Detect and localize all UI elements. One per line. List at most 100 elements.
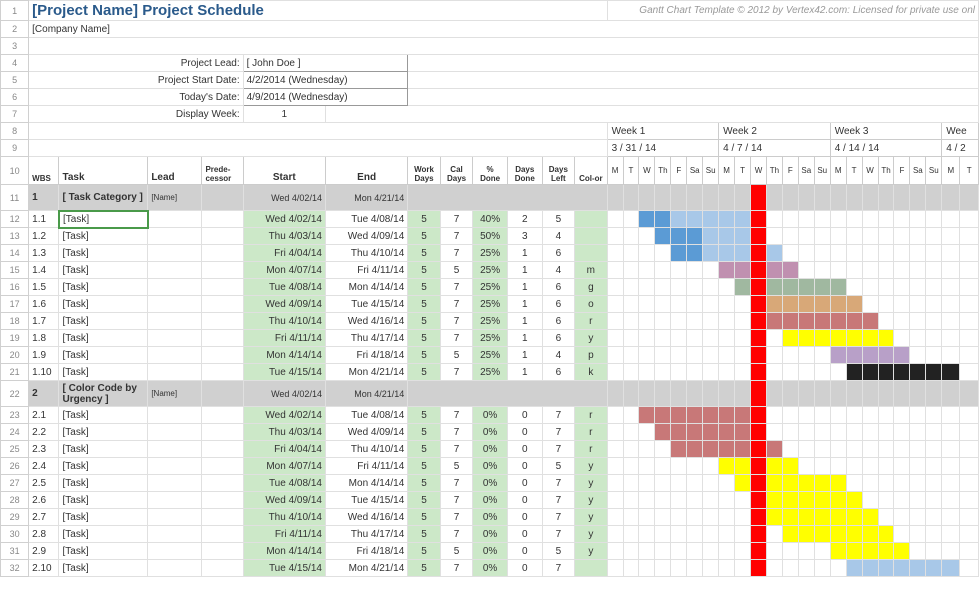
cell[interactable]: 3 <box>507 228 542 245</box>
spreadsheet[interactable]: 1 [Project Name] Project Schedule Gantt … <box>0 0 979 577</box>
cell[interactable]: 5 <box>408 313 441 330</box>
cell[interactable] <box>575 211 608 228</box>
cell[interactable]: Mon 4/14/14 <box>325 475 407 492</box>
cell[interactable] <box>148 279 202 296</box>
col-color[interactable]: Col-or <box>575 157 608 185</box>
cell[interactable] <box>202 313 243 330</box>
row-number[interactable]: 25 <box>1 441 29 458</box>
cell[interactable]: Mon 4/14/14 <box>243 543 325 560</box>
table-row[interactable]: 252.3[Task]Fri 4/04/14Thu 4/10/14570%07r <box>1 441 979 458</box>
cell[interactable]: o <box>575 296 608 313</box>
cat-end[interactable]: Mon 4/21/14 <box>325 185 407 211</box>
cell[interactable]: 6 <box>542 313 575 330</box>
cell[interactable]: 6 <box>542 245 575 262</box>
cell[interactable]: 5 <box>408 526 441 543</box>
cell[interactable]: 5 <box>542 211 575 228</box>
cell[interactable]: 7 <box>542 424 575 441</box>
cell[interactable]: 0% <box>473 407 508 424</box>
cell[interactable]: r <box>575 441 608 458</box>
cell[interactable]: 5 <box>408 441 441 458</box>
cell[interactable]: 7 <box>542 526 575 543</box>
cell[interactable]: Mon 4/21/14 <box>325 364 407 381</box>
cell[interactable]: Fri 4/11/14 <box>325 458 407 475</box>
cell[interactable]: Tue 4/08/14 <box>243 279 325 296</box>
cell[interactable] <box>202 228 243 245</box>
cell[interactable]: 2.3 <box>29 441 59 458</box>
row-number[interactable]: 2 <box>1 21 29 38</box>
cell[interactable]: 1 <box>507 313 542 330</box>
col-daysdone[interactable]: Days Done <box>507 157 542 185</box>
cell[interactable] <box>575 228 608 245</box>
table-row[interactable]: 232.1[Task]Wed 4/02/14Tue 4/08/14570%07r <box>1 407 979 424</box>
cell[interactable]: 2.9 <box>29 543 59 560</box>
cell[interactable] <box>148 313 202 330</box>
table-row[interactable]: 322.10[Task]Tue 4/15/14Mon 4/21/14570%07 <box>1 560 979 577</box>
cell[interactable]: [Task] <box>59 296 148 313</box>
row-number[interactable]: 5 <box>1 72 29 89</box>
cell[interactable]: 5 <box>408 424 441 441</box>
cell[interactable]: 1.3 <box>29 245 59 262</box>
cell[interactable]: 5 <box>542 458 575 475</box>
cell[interactable] <box>148 526 202 543</box>
row-number[interactable]: 28 <box>1 492 29 509</box>
cell[interactable] <box>202 475 243 492</box>
row-number[interactable]: 19 <box>1 330 29 347</box>
cell[interactable] <box>202 458 243 475</box>
table-row[interactable]: 181.7[Task]Thu 4/10/14Wed 4/16/145725%16… <box>1 313 979 330</box>
cell[interactable] <box>148 296 202 313</box>
row-number[interactable]: 27 <box>1 475 29 492</box>
row-number[interactable]: 18 <box>1 313 29 330</box>
table-row[interactable]: 171.6[Task]Wed 4/09/14Tue 4/15/145725%16… <box>1 296 979 313</box>
cell[interactable]: 50% <box>473 228 508 245</box>
cell[interactable]: [Task] <box>59 560 148 577</box>
table-row[interactable]: 211.10[Task]Tue 4/15/14Mon 4/21/145725%1… <box>1 364 979 381</box>
cell[interactable]: Thu 4/17/14 <box>325 330 407 347</box>
cell[interactable]: p <box>575 347 608 364</box>
cell[interactable]: Wed 4/09/14 <box>243 296 325 313</box>
cell[interactable]: 6 <box>542 330 575 347</box>
cell[interactable]: Tue 4/08/14 <box>325 407 407 424</box>
cell[interactable]: 7 <box>440 407 473 424</box>
col-lead[interactable]: Lead <box>148 157 202 185</box>
row-number[interactable]: 3 <box>1 38 29 55</box>
cell[interactable]: 0 <box>507 509 542 526</box>
cell[interactable]: 7 <box>440 245 473 262</box>
cell[interactable]: 25% <box>473 364 508 381</box>
row-number[interactable]: 15 <box>1 262 29 279</box>
cell[interactable]: 1.4 <box>29 262 59 279</box>
cell[interactable] <box>575 560 608 577</box>
cell[interactable]: 25% <box>473 245 508 262</box>
cell[interactable]: [Task] <box>59 424 148 441</box>
table-row[interactable]: 121.1[Task]Wed 4/02/14Tue 4/08/145740%25 <box>1 211 979 228</box>
cell[interactable]: 1.5 <box>29 279 59 296</box>
cell[interactable]: 2.5 <box>29 475 59 492</box>
col-daysleft[interactable]: Days Left <box>542 157 575 185</box>
cell[interactable] <box>148 228 202 245</box>
col-pred[interactable]: Prede-cessor <box>202 157 243 185</box>
cell[interactable] <box>148 492 202 509</box>
cat-start[interactable]: Wed 4/02/14 <box>243 381 325 407</box>
row-number[interactable]: 26 <box>1 458 29 475</box>
table-row[interactable]: 151.4[Task]Mon 4/07/14Fri 4/11/145525%14… <box>1 262 979 279</box>
cell[interactable]: Wed 4/09/14 <box>325 424 407 441</box>
cell[interactable]: 7 <box>440 560 473 577</box>
cell[interactable]: Tue 4/08/14 <box>243 475 325 492</box>
cat-lead[interactable]: [Name] <box>148 381 202 407</box>
cell[interactable]: 1.9 <box>29 347 59 364</box>
cell[interactable]: 5 <box>440 347 473 364</box>
cell[interactable]: 6 <box>542 364 575 381</box>
cell[interactable]: Wed 4/16/14 <box>325 509 407 526</box>
cat-wbs[interactable]: 2 <box>29 381 59 407</box>
cell[interactable]: 25% <box>473 347 508 364</box>
cat-task[interactable]: [ Task Category ] <box>59 185 148 211</box>
cell[interactable]: 2.7 <box>29 509 59 526</box>
cell[interactable]: Thu 4/10/14 <box>243 509 325 526</box>
cell[interactable]: 0 <box>507 492 542 509</box>
cell[interactable]: 5 <box>408 492 441 509</box>
row-number[interactable]: 31 <box>1 543 29 560</box>
cell[interactable]: Fri 4/11/14 <box>243 330 325 347</box>
cell[interactable]: 0 <box>507 526 542 543</box>
table-row[interactable]: 272.5[Task]Tue 4/08/14Mon 4/14/14570%07y <box>1 475 979 492</box>
col-pctdone[interactable]: % Done <box>473 157 508 185</box>
cell[interactable]: 7 <box>542 560 575 577</box>
